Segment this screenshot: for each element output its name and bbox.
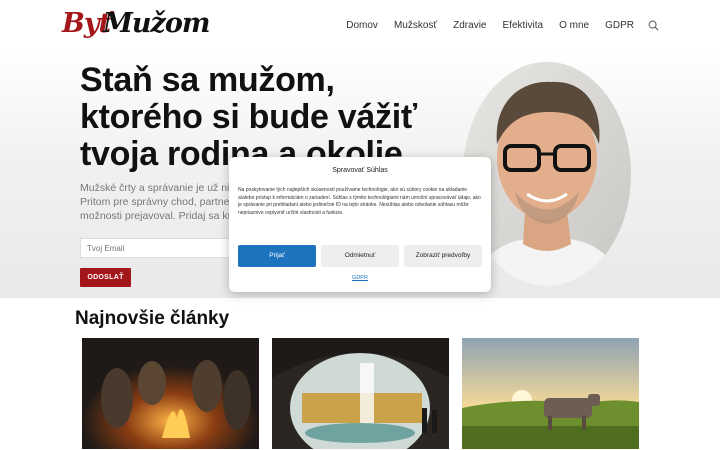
hero-subtitle: Mužské črty a správanie je už nieko Prit…	[80, 181, 245, 223]
nav-item-zdravie[interactable]: Zdravie	[453, 20, 486, 31]
send-button[interactable]: ODOSLAŤ	[80, 268, 131, 287]
nav-item-gdpr[interactable]: GDPR	[605, 20, 634, 31]
preferences-button[interactable]: Zobraziť predvoľby	[404, 245, 482, 267]
consent-title: Spravovať Súhlas	[332, 167, 388, 174]
search-icon[interactable]	[648, 18, 660, 31]
email-input[interactable]	[80, 238, 240, 258]
nav-item-o-mne[interactable]: O mne	[559, 20, 589, 31]
main-nav: Domov Mužskosť Zdravie Efektivita O mne …	[330, 19, 660, 31]
latest-articles-heading: Najnovšie články	[75, 308, 230, 329]
accept-button[interactable]: Prijať	[238, 245, 316, 267]
site-logo[interactable]: Byť Mužom	[62, 6, 210, 46]
consent-text: Na poskytovanie tých najlepších skúsenos…	[238, 187, 481, 216]
deny-button[interactable]: Odmietnuť	[321, 245, 399, 267]
nav-item-efektivita[interactable]: Efektivita	[503, 20, 544, 31]
hero-subtitle-line: Mužské črty a správanie je už nieko	[80, 182, 245, 194]
article-card-cow[interactable]	[462, 338, 639, 449]
article-card-waterfall[interactable]	[272, 338, 449, 449]
nav-item-domov[interactable]: Domov	[346, 20, 378, 31]
cookie-consent-dialog: Spravovať Súhlas Na poskytovanie tých na…	[229, 157, 491, 292]
site-header: Byť Mužom Domov Mužskosť Zdravie Efektiv…	[0, 0, 720, 52]
nav-item-muzskost[interactable]: Mužskosť	[394, 20, 437, 31]
article-card-campfire[interactable]	[82, 338, 259, 449]
logo-part-2: Mužom	[103, 8, 210, 39]
hero-subtitle-line: Pritom pre správny chod, partnerka,	[80, 196, 245, 208]
gdpr-link[interactable]: GDPR	[229, 275, 491, 281]
hero-subtitle-line: možnosti prejavoval. Pridaj sa ku m	[80, 210, 245, 222]
